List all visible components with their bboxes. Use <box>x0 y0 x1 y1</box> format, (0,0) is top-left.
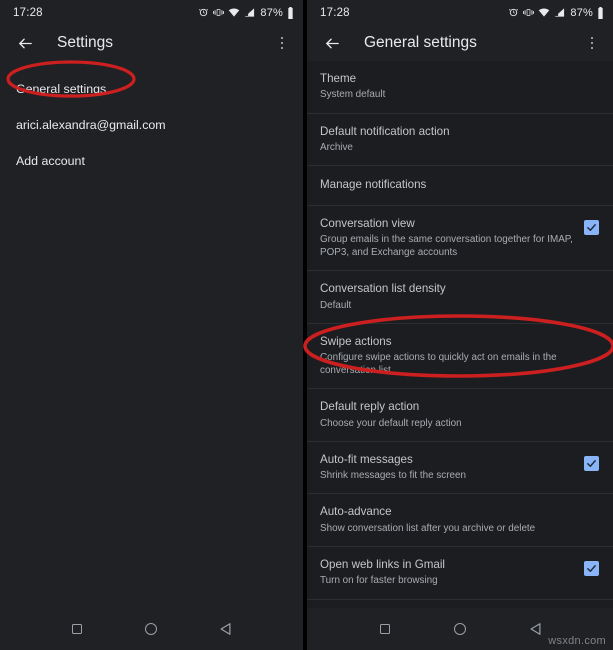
watermark: wsxdn.com <box>548 635 606 647</box>
section-header-action-confirmations: Action Confirmations <box>307 599 613 608</box>
right-app-bar: General settings <box>307 25 613 61</box>
setting-row-manage-notifications[interactable]: Manage notifications <box>307 166 613 206</box>
signal-icon <box>554 7 565 18</box>
setting-subtitle: System default <box>320 89 386 101</box>
back-triangle-icon[interactable] <box>522 616 548 642</box>
sidebar-item-account-email[interactable]: arici.alexandra@gmail.com <box>0 107 303 143</box>
sidebar-item-add-account[interactable]: Add account <box>0 143 303 179</box>
overflow-dot <box>590 46 594 50</box>
left-app-bar-title: Settings <box>57 34 114 51</box>
vibrate-icon <box>213 7 225 18</box>
back-arrow-icon[interactable] <box>319 30 345 56</box>
overflow-menu-icon[interactable] <box>271 30 293 56</box>
row-texts: Default reply action Choose your default… <box>320 400 599 430</box>
right-phone-screen: 17:28 87% General settings Theme System … <box>307 0 613 650</box>
home-circle-icon[interactable] <box>138 616 164 642</box>
row-texts: Auto-advance Show conversation list afte… <box>320 505 599 535</box>
setting-title: Swipe actions <box>320 334 392 348</box>
setting-title: Default notification action <box>320 124 450 138</box>
setting-subtitle: Configure swipe actions to quickly act o… <box>320 352 557 377</box>
status-time: 17:28 <box>320 6 350 19</box>
overflow-dot <box>590 41 594 45</box>
row-texts: Conversation view Group emails in the sa… <box>320 217 574 260</box>
recents-square-icon[interactable] <box>372 616 398 642</box>
setting-title: Auto-advance <box>320 505 392 519</box>
status-time: 17:28 <box>13 6 43 19</box>
setting-title: Theme <box>320 72 357 85</box>
vibrate-icon <box>523 7 535 18</box>
setting-subtitle: Default <box>320 299 352 311</box>
status-bar-left: 17:28 87% <box>0 0 303 25</box>
sidebar-item-label: Add account <box>16 154 85 169</box>
checkbox-conversation-view[interactable] <box>584 219 599 235</box>
setting-title: Open web links in Gmail <box>320 557 446 571</box>
setting-row-default-reply-action[interactable]: Default reply action Choose your default… <box>307 389 613 442</box>
sidebar-item-general-settings[interactable]: General settings <box>0 71 303 107</box>
wifi-icon <box>228 7 240 18</box>
setting-title: Conversation list density <box>320 282 446 296</box>
setting-row-open-web-links-in-gmail[interactable]: Open web links in Gmail Turn on for fast… <box>307 546 613 600</box>
setting-row-default-notification-action[interactable]: Default notification action Archive <box>307 113 613 167</box>
screenshot-root: 17:28 87% Settings General settings aric… <box>0 0 613 650</box>
recents-square-icon[interactable] <box>64 616 90 642</box>
account-list: General settings arici.alexandra@gmail.c… <box>0 61 303 608</box>
setting-title: Manage notifications <box>320 178 427 192</box>
home-circle-icon[interactable] <box>447 616 473 642</box>
setting-subtitle: Shrink messages to fit the screen <box>320 470 466 482</box>
row-texts: Manage notifications <box>320 177 599 193</box>
battery-percent: 87% <box>570 6 593 19</box>
back-arrow-icon[interactable] <box>12 30 38 56</box>
alarm-icon <box>508 7 519 18</box>
back-triangle-icon[interactable] <box>213 616 239 642</box>
setting-row-auto-advance[interactable]: Auto-advance Show conversation list afte… <box>307 494 613 547</box>
checkbox-open-web-links-in-gmail[interactable] <box>584 560 599 576</box>
overflow-dot <box>590 36 594 40</box>
alarm-icon <box>198 7 209 18</box>
battery-percent: 87% <box>260 6 283 19</box>
setting-title: Default reply action <box>320 400 420 414</box>
setting-subtitle: Choose your default reply action <box>320 417 462 429</box>
wifi-icon <box>538 7 550 18</box>
overflow-dot <box>280 46 284 50</box>
left-app-bar: Settings <box>0 25 303 61</box>
battery-icon <box>287 6 294 19</box>
row-texts: Conversation list density Default <box>320 282 599 312</box>
overflow-menu-icon[interactable] <box>581 30 603 56</box>
overflow-dot <box>280 36 284 40</box>
signal-icon <box>244 7 255 18</box>
general-settings-list: Theme System default Default notificatio… <box>307 61 613 608</box>
setting-row-conversation-view[interactable]: Conversation view Group emails in the sa… <box>307 205 613 272</box>
battery-icon <box>597 6 604 19</box>
setting-title: Conversation view <box>320 216 415 230</box>
overflow-dot <box>280 41 284 45</box>
setting-row-conversation-list-density[interactable]: Conversation list density Default <box>307 271 613 324</box>
status-bar-right: 17:28 87% <box>307 0 613 25</box>
setting-subtitle: Archive <box>320 142 353 154</box>
sidebar-item-label: General settings <box>16 82 107 96</box>
setting-row-theme[interactable]: Theme System default <box>307 61 613 114</box>
status-icons: 87% <box>198 6 294 19</box>
left-phone-screen: 17:28 87% Settings General settings aric… <box>0 0 303 650</box>
row-texts: Theme System default <box>320 72 599 102</box>
setting-subtitle: Group emails in the same conversation to… <box>320 234 573 259</box>
row-texts: Open web links in Gmail Turn on for fast… <box>320 558 574 588</box>
checkbox-auto-fit-messages[interactable] <box>584 455 599 471</box>
row-texts: Auto-fit messages Shrink messages to fit… <box>320 453 574 483</box>
setting-row-swipe-actions[interactable]: Swipe actions Configure swipe actions to… <box>307 323 613 390</box>
setting-subtitle: Show conversation list after you archive… <box>320 522 536 534</box>
setting-subtitle: Turn on for faster browsing <box>320 575 438 587</box>
status-icons: 87% <box>508 6 604 19</box>
right-app-bar-title: General settings <box>364 34 477 51</box>
setting-title: Auto-fit messages <box>320 452 413 466</box>
left-nav-bar <box>0 608 303 650</box>
setting-row-auto-fit-messages[interactable]: Auto-fit messages Shrink messages to fit… <box>307 441 613 495</box>
sidebar-item-label: arici.alexandra@gmail.com <box>16 118 166 133</box>
row-texts: Swipe actions Configure swipe actions to… <box>320 335 599 378</box>
row-texts: Default notification action Archive <box>320 125 599 155</box>
